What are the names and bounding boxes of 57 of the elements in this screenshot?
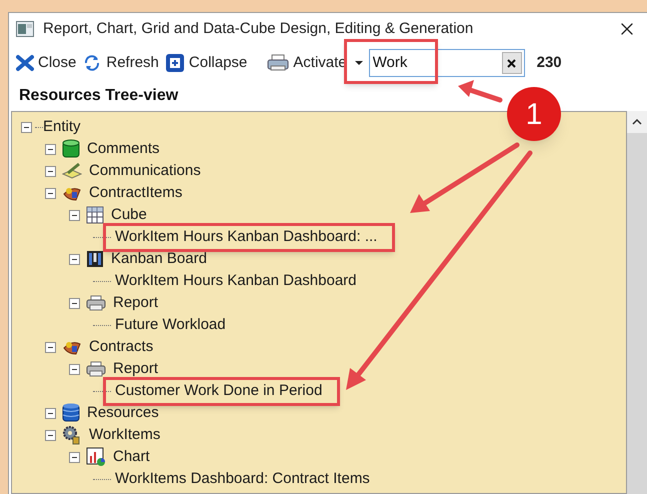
app-icon (16, 21, 34, 37)
printer-icon (86, 295, 106, 311)
toolbar-button[interactable]: Activate (267, 52, 347, 74)
tree-item[interactable]: Chart (113, 448, 150, 465)
tree-item[interactable]: Entity (43, 118, 81, 135)
tree-item[interactable]: WorkItem Hours Kanban Dashboard (115, 272, 357, 289)
scroll-up-icon[interactable] (632, 119, 642, 125)
collapse-toggle-icon[interactable] (69, 210, 80, 220)
printer-icon (86, 361, 106, 377)
tree-item[interactable]: Report (113, 360, 158, 377)
collapse-toggle-icon[interactable] (69, 254, 80, 264)
toolbar-button[interactable]: Collapse (164, 52, 248, 74)
gears-icon (62, 425, 82, 445)
tree-item[interactable]: Contracts (89, 338, 154, 355)
panel-title: Resources Tree-view (19, 86, 178, 106)
collapse-toggle-icon[interactable] (45, 144, 56, 154)
collapse-toggle-icon[interactable] (45, 166, 56, 176)
arrow (458, 80, 502, 102)
tree-item[interactable]: Report (113, 294, 158, 311)
x-icon (16, 54, 34, 72)
search-field[interactable]: Work (368, 49, 525, 77)
kanban-board-icon (86, 250, 104, 268)
toolbar-button[interactable]: Close (16, 52, 76, 74)
tree-item[interactable]: Resources (87, 404, 159, 421)
chart-icon (86, 447, 106, 467)
tree-item[interactable]: Kanban Board (111, 250, 207, 267)
collapse-toggle-icon[interactable] (45, 430, 56, 440)
tree-item[interactable]: WorkItems Dashboard: Contract Items (115, 470, 370, 487)
database-icon (62, 403, 80, 423)
printer-icon (267, 54, 290, 72)
tree-item[interactable]: ContractItems (89, 184, 182, 201)
result-count: 230 (536, 52, 562, 73)
tree-item[interactable]: Customer Work Done in Period (115, 382, 322, 399)
tree-item[interactable]: Cube (111, 206, 147, 223)
tree-item[interactable]: Comments (87, 140, 160, 157)
tree-item[interactable]: Communications (89, 162, 201, 179)
collapse-toggle-icon[interactable] (69, 364, 80, 374)
cylinder-icon (62, 139, 80, 159)
tree-item[interactable]: Future Workload (115, 316, 226, 333)
collapse-toggle-icon[interactable] (69, 298, 80, 308)
collapse-toggle-icon[interactable] (69, 452, 80, 462)
collapse-toggle-icon[interactable] (45, 408, 56, 418)
clear-icon (507, 58, 516, 68)
tree-item[interactable]: WorkItem Hours Kanban Dashboard: ... (115, 228, 378, 245)
tree-item[interactable]: WorkItems (89, 426, 160, 443)
grid-icon (86, 206, 104, 224)
clear-button[interactable] (502, 52, 522, 74)
window-title: Report, Chart, Grid and Data-Cube Design, Editing & Generation (43, 18, 474, 39)
collapse-toggle-icon[interactable] (45, 188, 56, 198)
scrollbar[interactable] (627, 111, 647, 494)
pen-paper-icon (62, 162, 82, 180)
toolbar-button[interactable]: Refresh (82, 52, 159, 74)
search-input[interactable]: Work (370, 52, 502, 74)
collapse-toggle-icon[interactable] (21, 122, 32, 132)
collapse-icon (164, 53, 185, 73)
caret-icon[interactable] (354, 60, 363, 66)
collapse-toggle-icon[interactable] (45, 342, 56, 352)
